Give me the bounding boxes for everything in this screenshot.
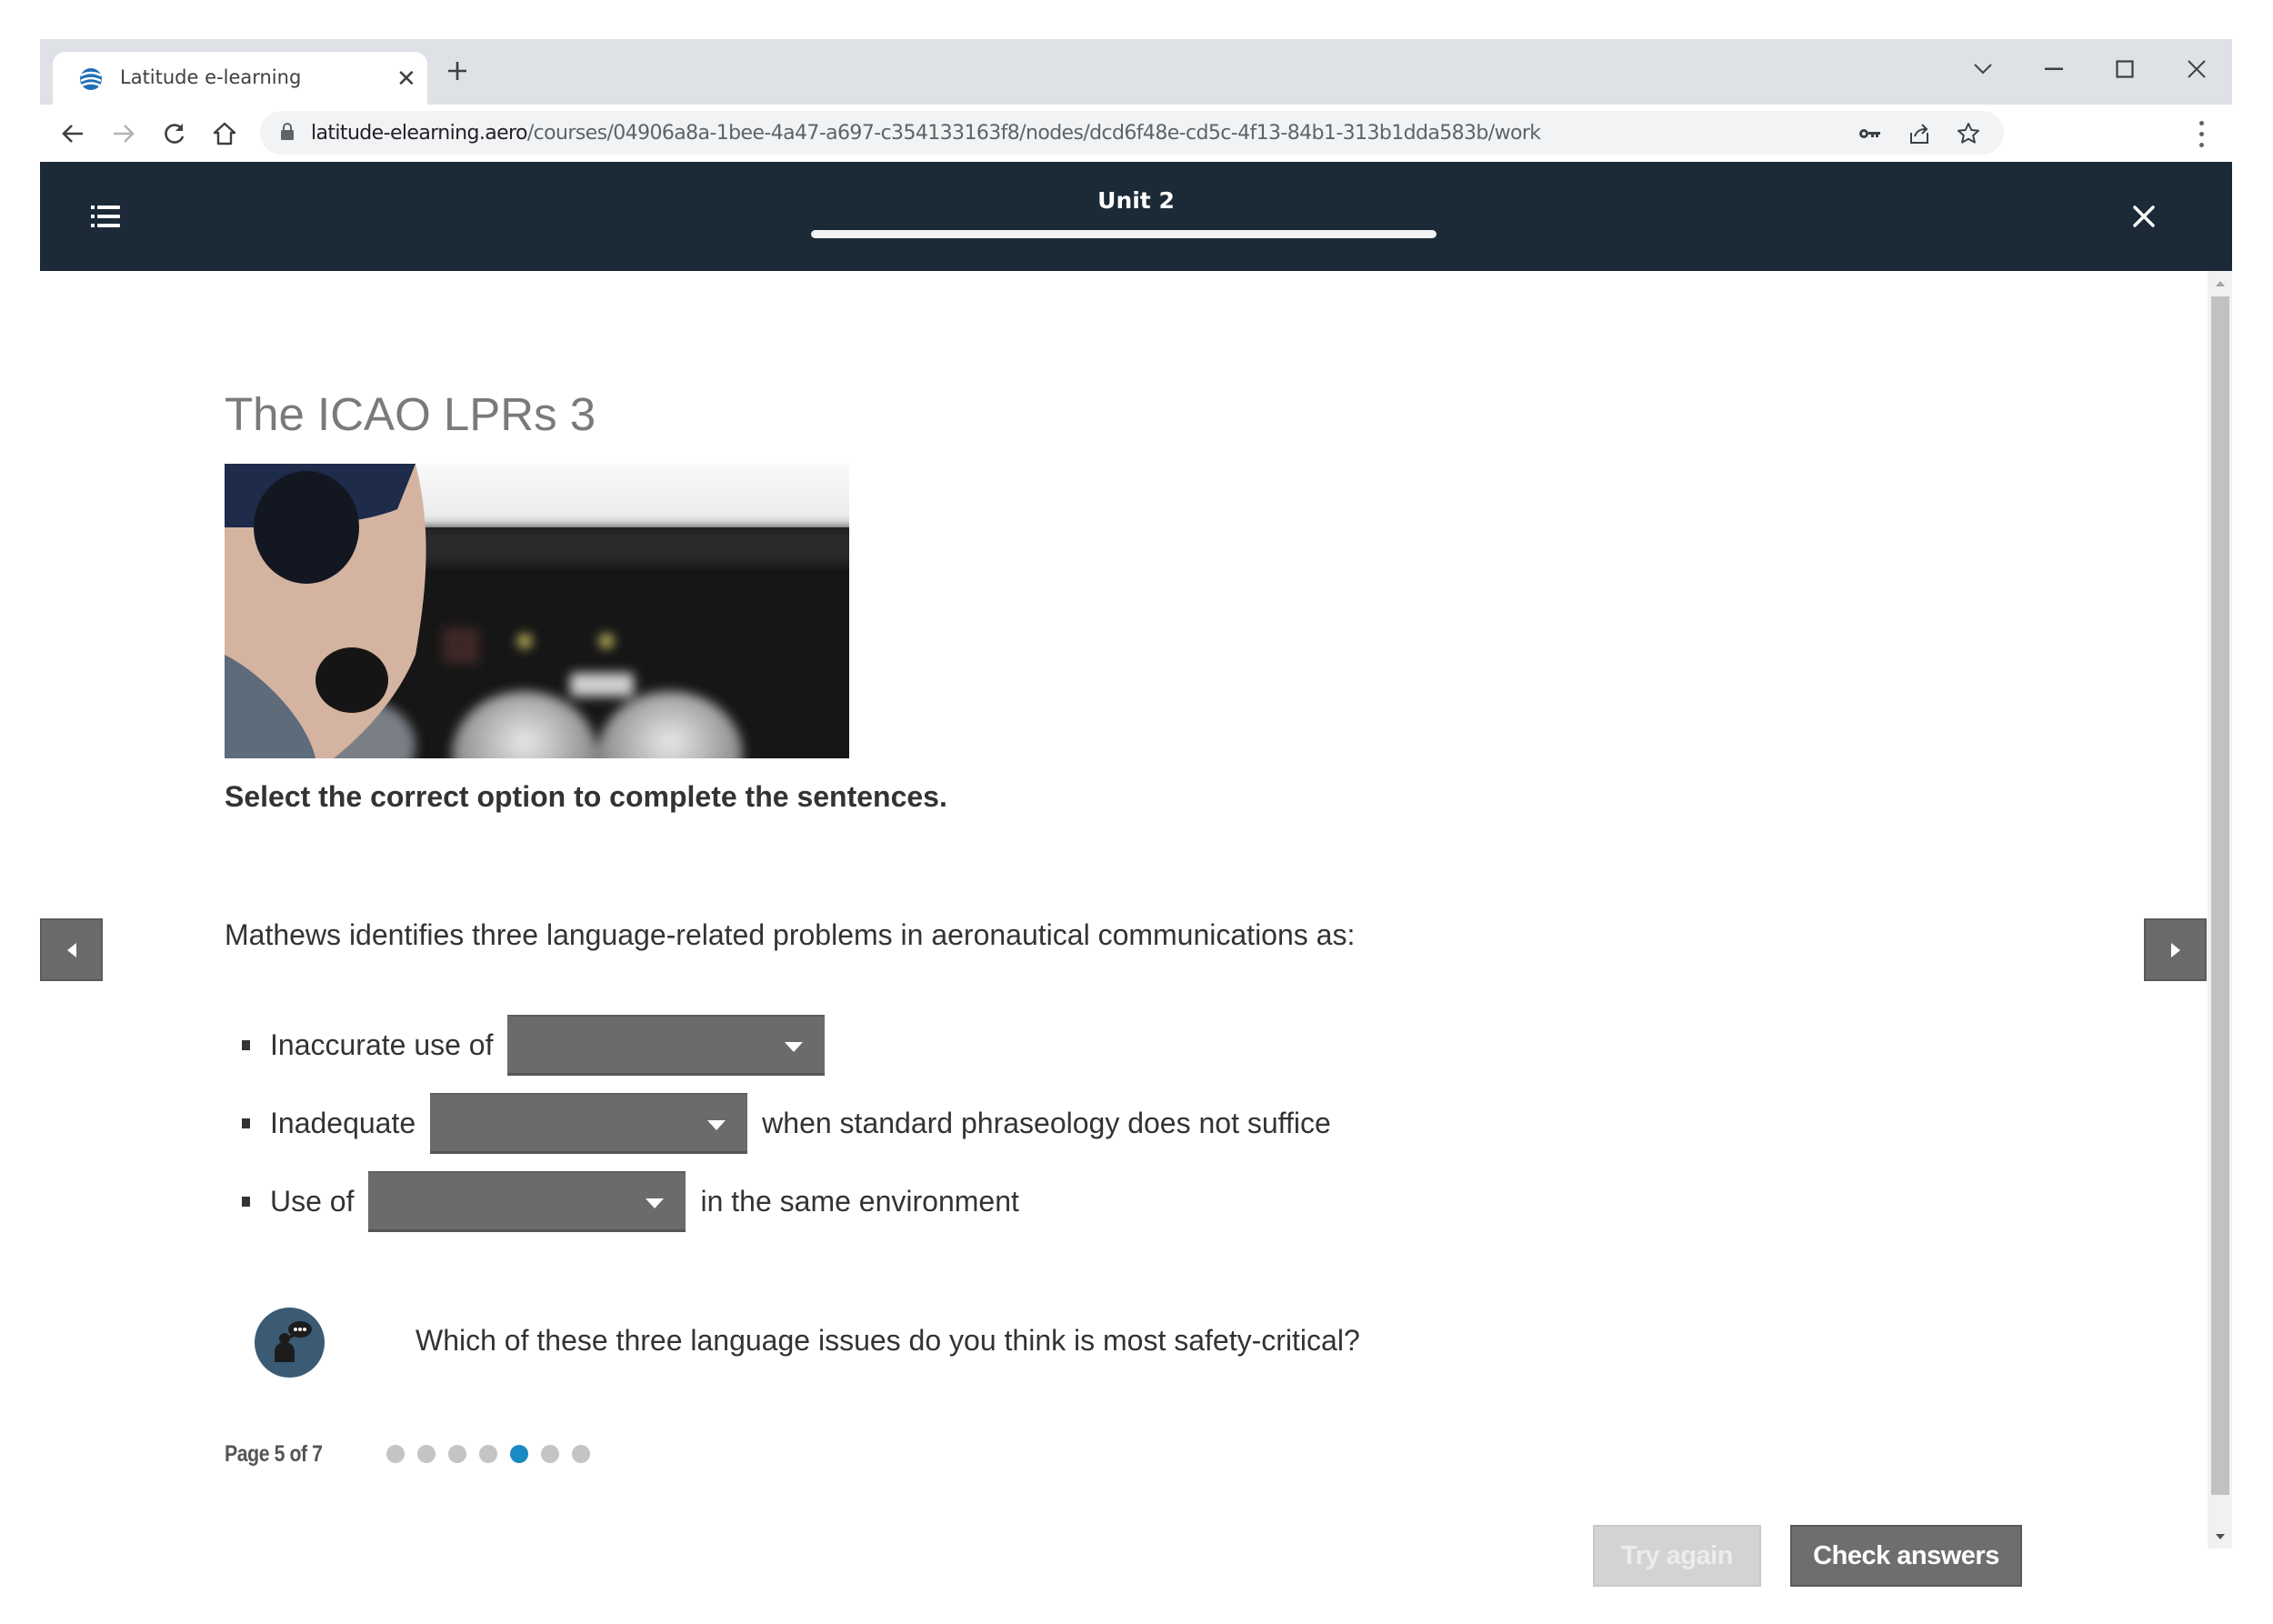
next-page-button[interactable] xyxy=(2144,918,2207,981)
menu-dot xyxy=(2198,142,2204,147)
sentence-before: Use of xyxy=(270,1185,355,1218)
minimize-icon xyxy=(2045,67,2063,70)
sentence-item: Inadequate when standard phraseology doe… xyxy=(242,1093,1331,1154)
window-close-button[interactable] xyxy=(2174,46,2219,92)
forward-arrow-icon xyxy=(114,125,135,143)
previous-page-button[interactable] xyxy=(40,918,103,981)
page-dot-5[interactable] xyxy=(510,1445,528,1463)
caret-down-icon xyxy=(646,1198,665,1208)
page-dots xyxy=(386,1445,590,1463)
lesson-content: The ICAO LPRs 3 Select the correct optio… xyxy=(40,271,2208,1587)
tab-close-icon[interactable]: ✕ xyxy=(396,63,416,94)
close-course-button[interactable] xyxy=(2124,196,2164,236)
key-icon xyxy=(1859,129,1880,138)
password-key-button[interactable] xyxy=(1857,120,1884,147)
bullet xyxy=(242,1118,250,1128)
page-dot-2[interactable] xyxy=(417,1445,436,1463)
caret-down-icon xyxy=(785,1042,804,1052)
check-answers-button[interactable]: Check answers xyxy=(1790,1525,2022,1587)
minimize-button[interactable] xyxy=(2031,46,2077,92)
sentence-item: Use of in the same environment xyxy=(242,1171,1019,1232)
course-header: Unit 2 xyxy=(40,162,2232,271)
scroll-down-icon xyxy=(2215,1533,2225,1539)
page-title: The ICAO LPRs 3 xyxy=(225,388,596,440)
lock-icon xyxy=(281,123,294,140)
caret-left-icon xyxy=(66,942,76,957)
unit-progress-bar xyxy=(811,230,1437,238)
page-indicator: Page 5 of 7 xyxy=(225,1441,323,1467)
share-button[interactable] xyxy=(1906,120,1933,147)
back-button[interactable] xyxy=(53,114,93,154)
bookmark-button[interactable] xyxy=(1955,120,1982,147)
close-icon xyxy=(2188,60,2206,78)
chevron-down-icon xyxy=(1974,64,1992,75)
page-dot-4[interactable] xyxy=(479,1445,497,1463)
sentence-item: Inaccurate use of xyxy=(242,1015,839,1076)
plus-icon xyxy=(448,62,466,80)
browser-window: Latitude e-learning ✕ latitude-elearning… xyxy=(40,39,2232,1587)
bullet xyxy=(242,1040,250,1050)
try-again-button[interactable]: Try again xyxy=(1593,1525,1761,1587)
menu-dot xyxy=(2198,131,2204,136)
unit-title: Unit 2 xyxy=(1097,187,1175,214)
intro-text: Mathews identifies three language-relate… xyxy=(225,918,1356,951)
scroll-up-button[interactable] xyxy=(2208,271,2232,296)
scroll-thumb[interactable] xyxy=(2211,296,2229,1495)
scroll-up-icon xyxy=(2215,280,2225,286)
reload-icon xyxy=(165,124,185,144)
content-scrollbar[interactable] xyxy=(2208,271,2232,1549)
close-icon xyxy=(2133,206,2155,227)
answer-dropdown-1[interactable] xyxy=(507,1015,826,1076)
tab-title: Latitude e-learning xyxy=(120,66,302,88)
reload-button[interactable] xyxy=(155,114,195,154)
new-tab-button[interactable] xyxy=(446,55,469,88)
sentence-before: Inaccurate use of xyxy=(270,1028,494,1061)
page-dot-3[interactable] xyxy=(448,1445,466,1463)
discussion-question: Which of these three language issues do … xyxy=(416,1324,1360,1357)
discussion-badge xyxy=(255,1308,325,1378)
scroll-down-button[interactable] xyxy=(2208,1524,2232,1549)
home-button[interactable] xyxy=(205,114,245,154)
star-icon xyxy=(1958,123,1979,144)
menu-dot xyxy=(2198,120,2204,125)
browser-tab[interactable]: Latitude e-learning ✕ xyxy=(53,52,427,105)
pilot-cockpit-illustration xyxy=(225,464,849,758)
back-arrow-icon xyxy=(62,125,83,143)
browser-menu-button[interactable] xyxy=(2188,117,2215,150)
tab-search-button[interactable] xyxy=(1960,46,2006,92)
maximize-icon xyxy=(2116,60,2134,78)
url-path: /courses/04906a8a-1bee-4a47-a697-c354133… xyxy=(526,122,1541,145)
browser-toolbar: latitude-elearning.aero/courses/04906a8a… xyxy=(40,105,2232,162)
share-icon xyxy=(1910,124,1928,144)
sentence-after: when standard phraseology does not suffi… xyxy=(762,1107,1331,1139)
page-dot-7[interactable] xyxy=(572,1445,590,1463)
forward-button[interactable] xyxy=(104,114,144,154)
caret-right-icon xyxy=(2170,942,2180,957)
tab-strip: Latitude e-learning ✕ xyxy=(40,39,2232,105)
bullet xyxy=(242,1197,250,1207)
latitude-globe-icon xyxy=(80,68,102,90)
maximize-button[interactable] xyxy=(2102,46,2148,92)
discussion-person-icon xyxy=(275,1321,312,1362)
address-bar[interactable]: latitude-elearning.aero/courses/04906a8a… xyxy=(260,111,2004,155)
unit-progress-fill xyxy=(811,230,1437,238)
page-dot-6[interactable] xyxy=(541,1445,559,1463)
answer-dropdown-2[interactable] xyxy=(430,1093,748,1154)
answer-dropdown-3[interactable] xyxy=(368,1171,686,1232)
instruction-text: Select the correct option to complete th… xyxy=(225,780,947,813)
sentence-before: Inadequate xyxy=(270,1107,416,1139)
caret-down-icon xyxy=(707,1120,726,1130)
url-text[interactable]: latitude-elearning.aero/courses/04906a8a… xyxy=(311,122,1541,145)
url-host: latitude-elearning.aero xyxy=(311,122,527,145)
page-dot-1[interactable] xyxy=(386,1445,405,1463)
pilot-cockpit-image xyxy=(225,464,849,758)
home-icon xyxy=(213,122,236,145)
sentence-after: in the same environment xyxy=(700,1185,1019,1218)
